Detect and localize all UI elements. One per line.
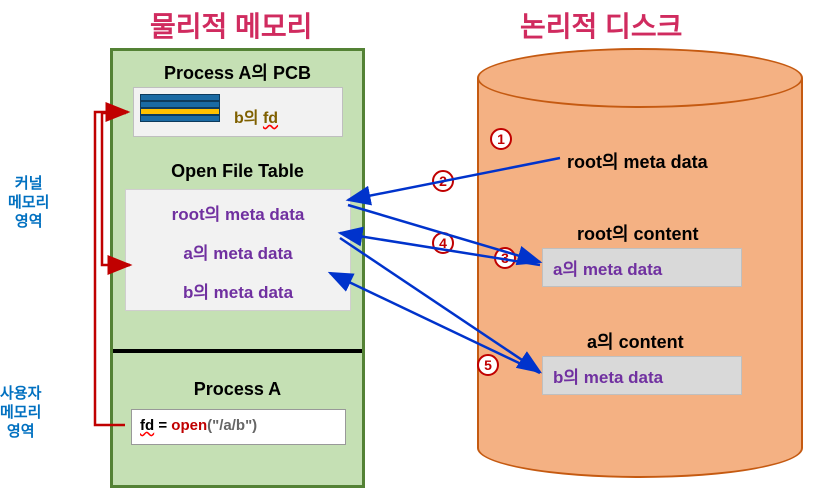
kernel-memory-region-label: 커널메모리영역	[8, 175, 49, 231]
process-a-label: Process A	[113, 379, 362, 400]
open-file-table-label: Open File Table	[113, 161, 362, 182]
pcb-box: b의 fd	[133, 87, 343, 137]
pcb-fd-label: b의 fd	[234, 104, 278, 128]
disk-root-meta-label: root의 meta data	[567, 148, 708, 174]
logical-disk-cylinder: root의 meta data root의 content a의 meta da…	[477, 48, 803, 478]
user-memory-region-label: 사용자메모리영역	[0, 385, 41, 441]
pcb-fd-bars-icon	[140, 94, 220, 122]
oft-b-meta: b의 meta data	[126, 271, 350, 310]
step-5-badge: 5	[477, 354, 499, 376]
title-physical-memory: 물리적 메모리	[150, 5, 312, 45]
physical-memory-box: Process A의 PCB b의 fd Open File Table roo…	[110, 48, 365, 488]
oft-a-meta: a의 meta data	[126, 232, 350, 271]
disk-a-content-label: a의 content	[587, 328, 684, 354]
open-file-table-box: root의 meta data a의 meta data b의 meta dat…	[125, 189, 351, 311]
pcb-label: Process A의 PCB	[113, 59, 362, 85]
step-3-badge: 3	[494, 247, 516, 269]
disk-a-meta-box: a의 meta data	[542, 248, 742, 287]
step-4-badge: 4	[432, 232, 454, 254]
kernel-user-divider	[113, 349, 362, 353]
disk-root-content-label: root의 content	[577, 220, 699, 246]
title-logical-disk: 논리적 디스크	[520, 5, 682, 45]
step-1-badge: 1	[490, 128, 512, 150]
oft-root-meta: root의 meta data	[126, 190, 350, 232]
step-2-badge: 2	[432, 170, 454, 192]
disk-b-meta-box: b의 meta data	[542, 356, 742, 395]
code-box: fd = open("/a/b")	[131, 409, 346, 445]
